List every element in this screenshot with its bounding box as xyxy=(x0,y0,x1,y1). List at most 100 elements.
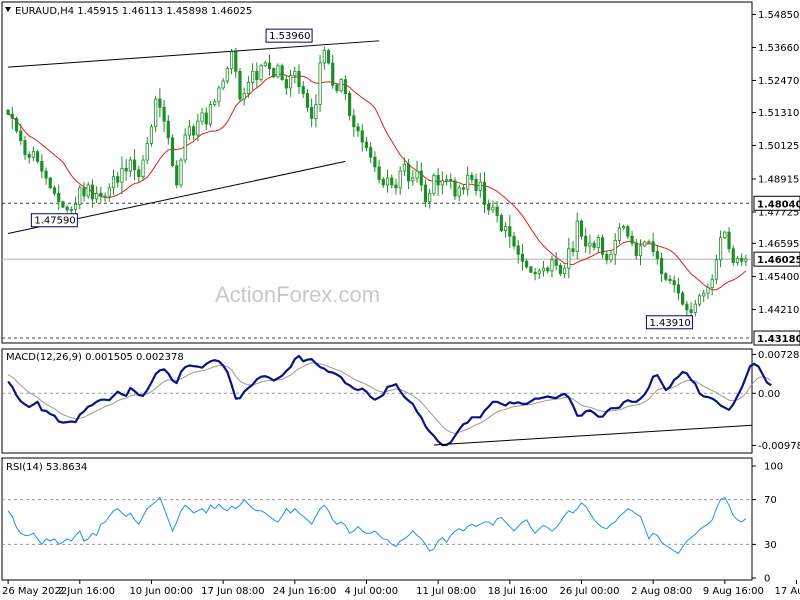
candle-body xyxy=(95,192,99,200)
candle-body xyxy=(432,174,436,194)
macd-axis-label: -0.009787 xyxy=(758,441,800,452)
candle-body xyxy=(48,177,52,189)
candle-body xyxy=(352,115,356,128)
candle-body xyxy=(702,292,706,297)
candle-body xyxy=(508,226,512,237)
x-axis-label: 17 Jun 08:00 xyxy=(201,586,265,597)
candle-body xyxy=(14,118,19,132)
candle-body xyxy=(208,104,213,125)
candle-body xyxy=(470,174,474,180)
candle-body xyxy=(276,65,280,78)
candle-body xyxy=(187,126,191,136)
candle-body xyxy=(482,181,487,205)
candle-body xyxy=(27,154,31,158)
candle-body xyxy=(137,169,141,178)
candle-body xyxy=(158,98,162,108)
candle-body xyxy=(529,266,533,273)
candle-body xyxy=(626,226,630,237)
candle-body xyxy=(411,177,415,182)
candle-body xyxy=(630,235,634,244)
candle-body xyxy=(246,81,251,94)
candle-body xyxy=(643,241,647,247)
candle-body xyxy=(78,187,82,205)
macd-axis-label: 0.00 xyxy=(758,389,780,400)
candle-body xyxy=(225,68,229,82)
candle-body xyxy=(111,176,116,189)
rsi-axis-label: 70 xyxy=(764,495,777,506)
candle-body xyxy=(503,226,508,232)
candle-body xyxy=(740,258,744,262)
price-axis-label: 1.48915 xyxy=(758,175,799,186)
candle-body xyxy=(685,303,689,311)
x-axis-label: 2 Aug 08:00 xyxy=(631,586,692,597)
candle-body xyxy=(537,270,541,275)
price-axis-label: 1.53660 xyxy=(758,43,799,54)
candle-body xyxy=(192,126,196,136)
candle-body xyxy=(499,215,503,232)
swing-annotation-label: 1.43910 xyxy=(649,318,690,329)
candle-body xyxy=(204,112,208,125)
candle-body xyxy=(512,235,516,247)
candle-body xyxy=(436,174,440,186)
candle-body xyxy=(99,192,103,197)
candle-body xyxy=(170,137,175,166)
candle-body xyxy=(525,260,529,268)
price-panel-title: EURAUD,H4 1.45915 1.46113 1.45898 1.4602… xyxy=(15,6,252,17)
candle-body xyxy=(149,126,154,144)
macd-panel-title: MACD(12,26,9) 0.001505 0.002378 xyxy=(6,352,184,363)
candle-body xyxy=(693,303,697,313)
candle-body xyxy=(242,93,246,100)
dropdown-arrow-icon[interactable] xyxy=(5,7,11,12)
candle-body xyxy=(322,50,326,64)
candle-body xyxy=(107,187,111,197)
x-axis-label: 24 Jun 16:00 xyxy=(273,586,337,597)
candle-body xyxy=(116,176,120,183)
candle-body xyxy=(297,70,301,87)
candle-body xyxy=(600,237,605,255)
candle-body xyxy=(377,166,381,180)
candle-body xyxy=(706,287,710,294)
candle-body xyxy=(356,126,360,132)
candle-body xyxy=(723,231,727,239)
candle-body xyxy=(550,259,554,272)
candle-body xyxy=(73,203,78,210)
candle-body xyxy=(647,241,651,244)
candle-body xyxy=(638,245,643,257)
candle-body xyxy=(622,226,626,229)
candle-body xyxy=(234,51,238,72)
candle-body xyxy=(369,147,373,158)
candle-body xyxy=(120,167,124,183)
candle-body xyxy=(175,165,179,186)
candle-body xyxy=(520,253,525,262)
price-axis-label: 1.52470 xyxy=(758,76,799,87)
candle-body xyxy=(145,142,149,161)
candle-body xyxy=(710,278,714,288)
rsi-panel-title: RSI(14) 53.8634 xyxy=(6,462,87,473)
candle-body xyxy=(221,80,225,89)
candle-body xyxy=(474,179,478,191)
candle-body xyxy=(166,120,170,139)
x-axis-label: 26 Jul 00:00 xyxy=(559,586,619,597)
candle-body xyxy=(563,267,567,275)
candle-body xyxy=(516,245,520,255)
candle-body xyxy=(466,174,470,190)
candle-body xyxy=(744,258,748,262)
candle-body xyxy=(634,242,638,257)
candle-body xyxy=(347,93,352,117)
candle-body xyxy=(44,170,48,179)
x-axis-label: 9 Aug 16:00 xyxy=(703,586,764,597)
candle-body xyxy=(6,109,10,115)
candle-body xyxy=(280,65,284,81)
price-axis-label: 1.54850 xyxy=(758,10,799,21)
candle-body xyxy=(440,180,444,186)
candle-body xyxy=(423,184,428,203)
level-price-label: 1.48040 xyxy=(757,199,800,210)
candle-body xyxy=(86,184,90,197)
macd-axis-label: 0.007282 xyxy=(758,350,800,361)
candle-body xyxy=(381,179,385,186)
candle-body xyxy=(546,267,550,272)
x-axis-label: 10 Jun 00:00 xyxy=(129,586,193,597)
x-axis-label: 2 Jun 16:00 xyxy=(58,586,115,597)
candle-body xyxy=(676,284,681,294)
candle-body xyxy=(217,87,221,103)
